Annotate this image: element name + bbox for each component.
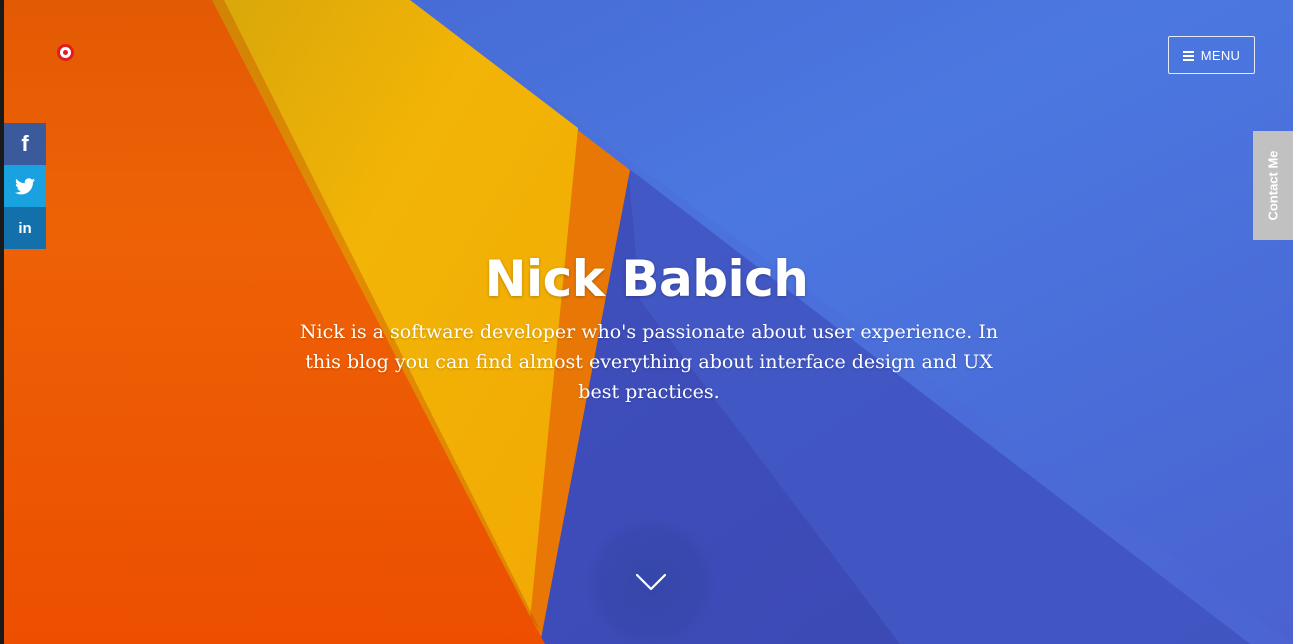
linkedin-icon: in — [18, 219, 32, 237]
twitter-button[interactable] — [4, 165, 46, 207]
contact-me-label: Contact Me — [1265, 150, 1281, 221]
page-title: Nick Babich — [484, 250, 809, 308]
hero-section: MENU f in Contact Me Nick Babich Nick is… — [0, 0, 1293, 644]
hamburger-icon — [1182, 50, 1194, 61]
menu-button[interactable]: MENU — [1168, 36, 1255, 74]
facebook-icon: f — [21, 131, 29, 156]
left-edge-bar — [0, 0, 4, 644]
target-icon[interactable] — [57, 44, 74, 61]
facebook-button[interactable]: f — [4, 123, 46, 165]
hero-description: Nick is a software developer who's passi… — [299, 321, 999, 403]
menu-label: MENU — [1200, 47, 1241, 63]
chevron-down-icon — [635, 573, 667, 591]
contact-me-tab[interactable]: Contact Me — [1253, 131, 1293, 240]
social-share-bar: f in — [4, 123, 46, 249]
scroll-down-button[interactable] — [585, 517, 717, 644]
twitter-bird-icon — [15, 177, 35, 194]
linkedin-button[interactable]: in — [4, 207, 46, 249]
